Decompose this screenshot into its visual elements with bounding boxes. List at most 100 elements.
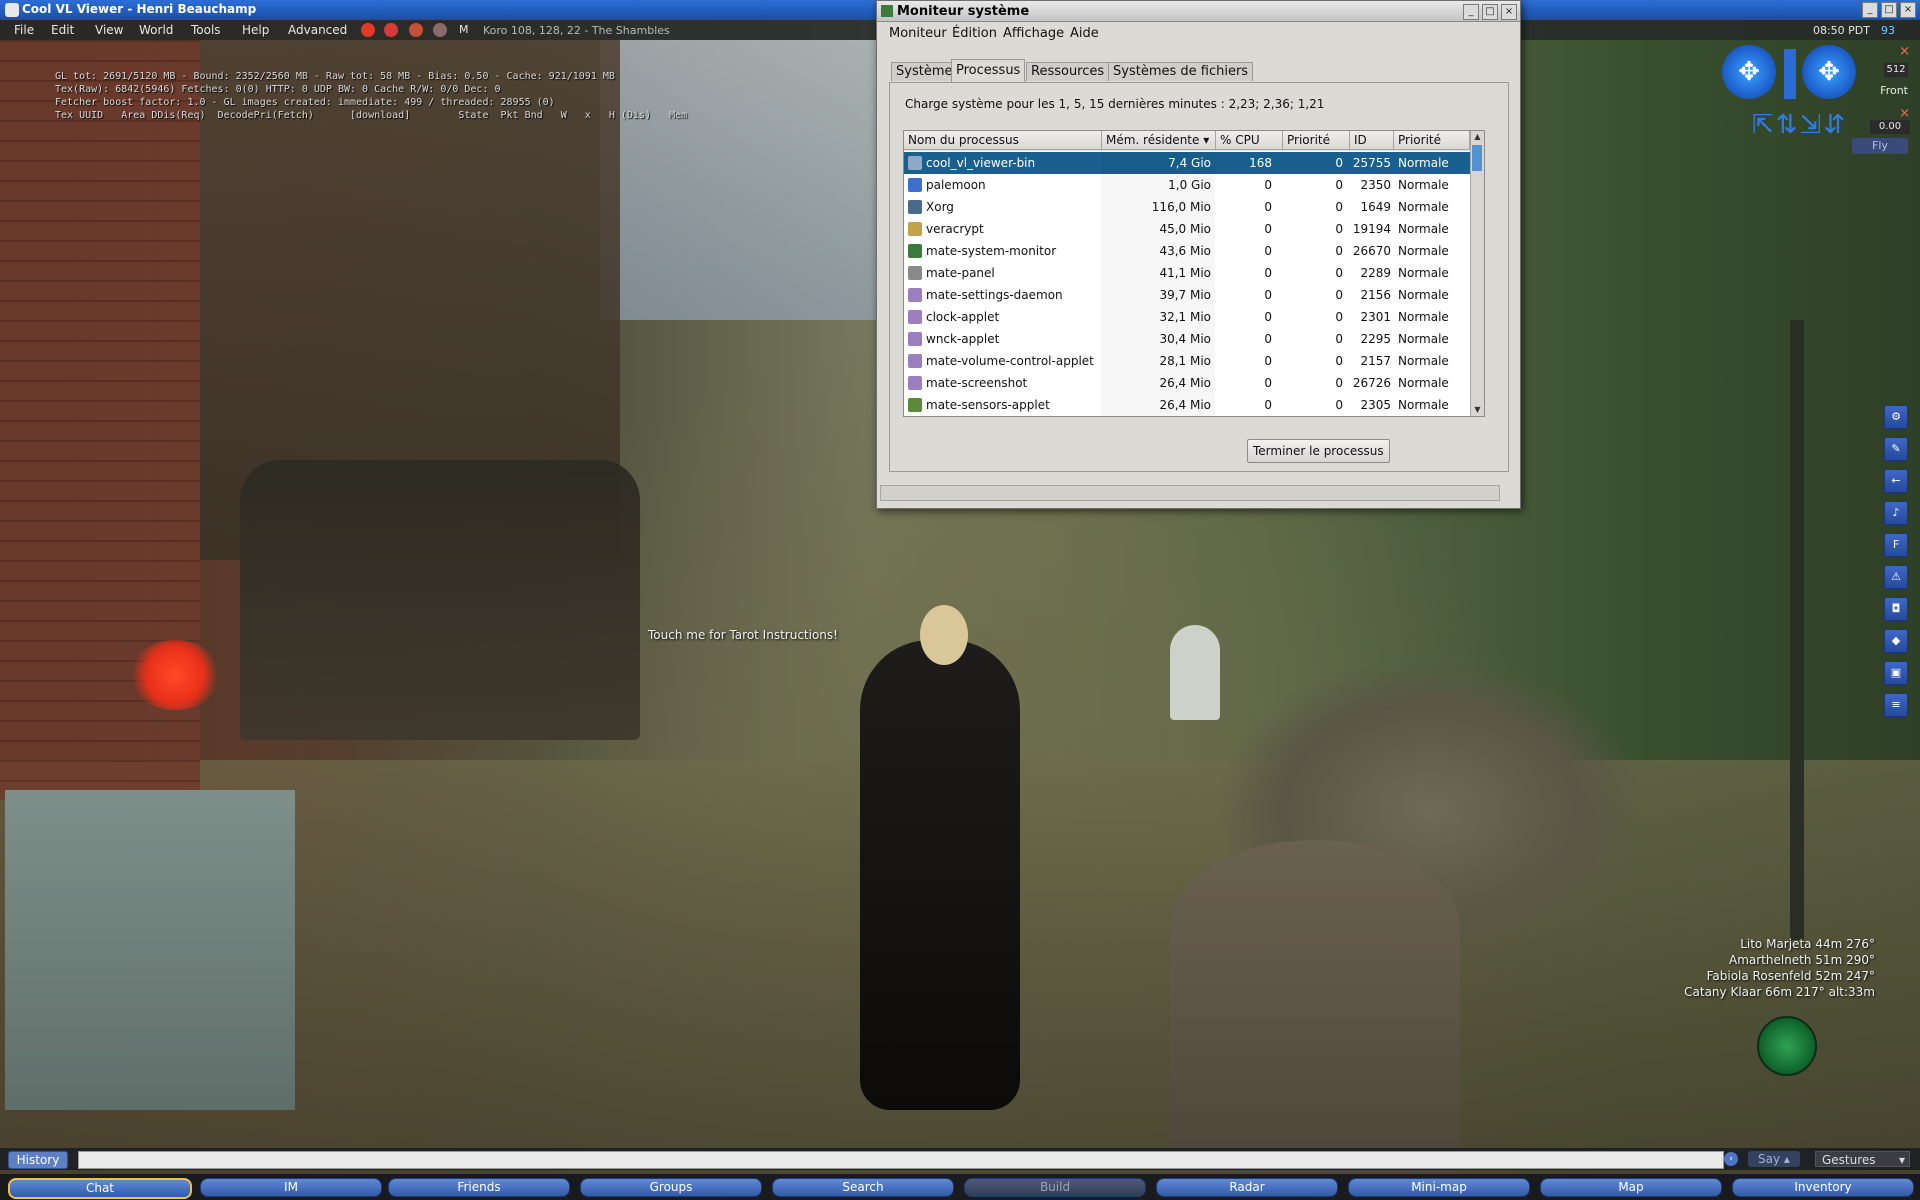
menu-moniteur[interactable]: Moniteur — [889, 26, 947, 41]
menu-file[interactable]: File — [14, 23, 34, 37]
fps-counter: 93 — [1881, 24, 1895, 37]
settings-icon[interactable]: ⚙ — [1884, 405, 1908, 429]
table-row[interactable]: mate-panel 41,1 Mio 0 0 2289 Normale — [904, 262, 1470, 284]
cpu-cell: 0 — [1264, 376, 1272, 390]
menu-edit[interactable]: Edit — [51, 23, 74, 37]
table-row[interactable]: cool_vl_viewer-bin 7,4 Gio 168 0 25755 Normal… — [904, 152, 1470, 174]
close-icon[interactable]: × — [1900, 2, 1916, 18]
table-row[interactable]: wnck-applet 30,4 Mio 0 0 2295 Normale — [904, 328, 1470, 350]
avatar-body[interactable] — [860, 640, 1020, 1110]
col-cpu[interactable]: % CPU — [1216, 131, 1283, 150]
table-row[interactable]: palemoon 1,0 Gio 0 0 2350 Normale — [904, 174, 1470, 196]
load-average: Charge système pour les 1, 5, 15 dernièr… — [905, 97, 1325, 111]
groups-button[interactable]: Groups — [580, 1178, 762, 1197]
sysmon-statusbar — [880, 485, 1500, 501]
no-build-icon[interactable] — [384, 23, 398, 37]
maximize-icon[interactable]: □ — [1881, 2, 1897, 18]
radar-button[interactable]: Radar — [1156, 1178, 1338, 1197]
col-priority[interactable]: Priorité — [1394, 131, 1470, 150]
front-view-label[interactable]: Front — [1880, 84, 1908, 97]
right-sidebar: ⚙ ✎ ← ♪ F ⚠ ◘ ◆ ▣ ≡ — [1884, 405, 1908, 725]
scroll-thumb[interactable] — [1472, 145, 1482, 171]
table-row[interactable]: mate-screenshot 26,4 Mio 0 0 26726 Normale — [904, 372, 1470, 394]
map-button[interactable]: Map — [1540, 1178, 1722, 1197]
process-icon — [908, 178, 922, 192]
process-icon — [908, 156, 922, 170]
system-monitor-window: Moniteur système _ □ × Moniteur Édition … — [876, 0, 1521, 509]
close-icon[interactable]: × — [1501, 4, 1517, 20]
table-row[interactable]: mate-settings-daemon 39,7 Mio 0 0 2156 Normal… — [904, 284, 1470, 306]
sound-icon[interactable]: ♪ — [1884, 501, 1908, 525]
menu-help[interactable]: Help — [242, 23, 269, 37]
fortune-wagon[interactable] — [240, 460, 640, 740]
table-row[interactable]: mate-system-monitor 43,6 Mio 0 0 26670 Normal… — [904, 240, 1470, 262]
lock-icon[interactable]: ◘ — [1884, 597, 1908, 621]
tab-systemes-de-fichiers[interactable]: Systèmes de fichiers — [1108, 62, 1254, 81]
chat-arrow-icon[interactable]: › — [1724, 1152, 1738, 1166]
table-row[interactable]: Xorg 116,0 Mio 0 0 1649 Normale — [904, 196, 1470, 218]
table-row[interactable]: mate-sensors-applet 26,4 Mio 0 0 2305 Normale — [904, 394, 1470, 416]
camera-controls: ✥ ✥ — [1722, 45, 1907, 107]
scroll-up-icon[interactable]: ▲ — [1471, 131, 1484, 143]
search-button[interactable]: Search — [772, 1178, 954, 1197]
priority-cell: Normale — [1398, 310, 1449, 324]
minimize-icon[interactable]: _ — [1463, 4, 1479, 20]
edit-icon[interactable]: ✎ — [1884, 437, 1908, 461]
end-process-button[interactable]: Terminer le processus — [1247, 439, 1390, 463]
inventory-button[interactable]: Inventory — [1732, 1178, 1914, 1197]
menu-edition[interactable]: Édition — [952, 26, 997, 41]
sysmon-titlebar[interactable]: Moniteur système _ □ × — [877, 1, 1520, 22]
im-button[interactable]: IM — [200, 1178, 382, 1197]
memory-cell: 1,0 Gio — [1101, 174, 1215, 196]
mini-radar-icon[interactable] — [1757, 1016, 1817, 1076]
menu-advanced[interactable]: Advanced — [288, 23, 347, 37]
zoom-slider[interactable] — [1784, 49, 1796, 99]
pid-cell: 2156 — [1360, 288, 1391, 302]
col-id[interactable]: ID — [1350, 131, 1394, 150]
camera-close-icon[interactable]: × — [1899, 44, 1910, 59]
menu-tools[interactable]: Tools — [191, 23, 221, 37]
menu-affichage[interactable]: Affichage — [1003, 26, 1064, 41]
build-button[interactable]: Build — [964, 1178, 1146, 1197]
maximize-icon[interactable]: □ — [1482, 4, 1498, 20]
table-row[interactable]: mate-volume-control-applet 28,1 Mio 0 0 2157… — [904, 350, 1470, 372]
minimize-icon[interactable]: _ — [1862, 2, 1878, 18]
fly-blocked-icon[interactable] — [361, 23, 375, 37]
fr-icon[interactable]: F — [1884, 533, 1908, 557]
chat-input[interactable] — [78, 1151, 1724, 1169]
history-button[interactable]: History — [8, 1151, 68, 1169]
back-icon[interactable]: ← — [1884, 469, 1908, 493]
process-rows: cool_vl_viewer-bin 7,4 Gio 168 0 25755 Normal… — [904, 152, 1470, 416]
no-scripts-icon[interactable] — [433, 23, 447, 37]
movement-close-icon[interactable]: × — [1899, 106, 1910, 121]
list-icon[interactable]: ≡ — [1884, 693, 1908, 717]
table-row[interactable]: clock-applet 32,1 Mio 0 0 2301 Normale — [904, 306, 1470, 328]
window-icon[interactable]: ▣ — [1884, 661, 1908, 685]
tab-processus[interactable]: Processus — [951, 59, 1026, 82]
scroll-down-icon[interactable]: ▼ — [1471, 404, 1484, 416]
col-resident-memory[interactable]: Mém. résidente ▾ — [1102, 131, 1216, 150]
no-push-icon[interactable] — [409, 23, 423, 37]
col-process-name[interactable]: Nom du processus — [904, 131, 1102, 150]
tab-ressources[interactable]: Ressources — [1026, 62, 1110, 81]
menu-view[interactable]: View — [95, 23, 123, 37]
shield-icon[interactable]: ◆ — [1884, 629, 1908, 653]
fly-button[interactable]: Fly — [1852, 138, 1908, 154]
gestures-dropdown[interactable]: Gestures ▾ — [1815, 1151, 1910, 1167]
friends-button[interactable]: Friends — [388, 1178, 570, 1197]
table-scrollbar[interactable]: ▲ ▼ — [1470, 131, 1484, 416]
tab-systeme[interactable]: Système — [891, 62, 958, 81]
location-text[interactable]: Koro 108, 128, 22 - The Shambles — [483, 24, 670, 37]
menu-world[interactable]: World — [139, 23, 173, 37]
table-row[interactable]: veracrypt 45,0 Mio 0 0 19194 Normale — [904, 218, 1470, 240]
col-nice[interactable]: Priorité — [1283, 131, 1350, 150]
pan-joystick-icon[interactable]: ✥ — [1802, 45, 1856, 99]
chat-button[interactable]: Chat — [8, 1178, 192, 1199]
menu-aide[interactable]: Aide — [1070, 26, 1099, 41]
orbit-joystick-icon[interactable]: ✥ — [1722, 45, 1776, 99]
mini-map-button[interactable]: Mini-map — [1348, 1178, 1530, 1197]
say-button[interactable]: Say ▴ — [1748, 1151, 1800, 1167]
movement-arrows-icon[interactable]: ⇱⇅⇲⇵ — [1752, 110, 1860, 158]
process-name-cell: mate-panel — [904, 262, 1101, 284]
warning-icon[interactable]: ⚠ — [1884, 565, 1908, 589]
